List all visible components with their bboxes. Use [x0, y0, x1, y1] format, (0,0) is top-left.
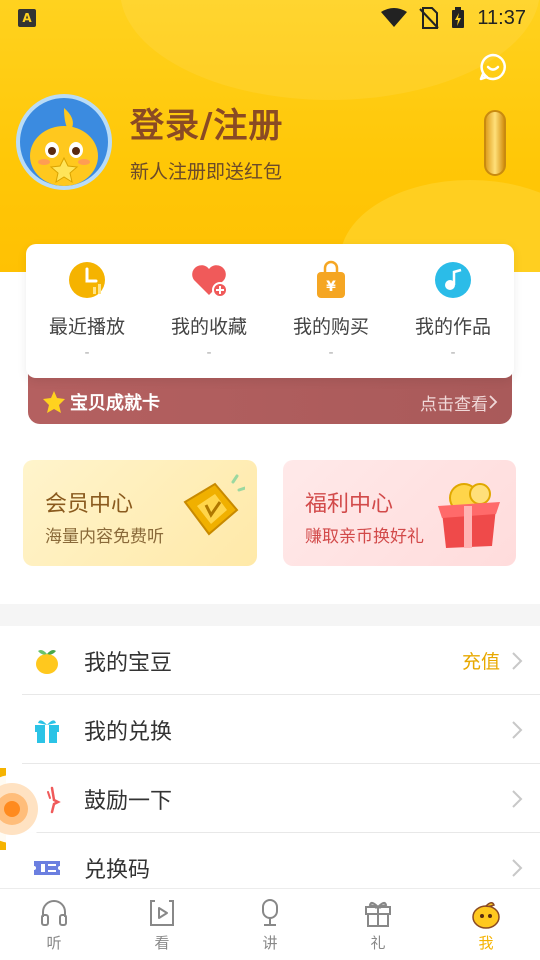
- menu-item-encourage[interactable]: 鼓励一下: [0, 764, 540, 833]
- quick-action-label: 我的收藏: [170, 316, 247, 338]
- quick-action-favorites[interactable]: 我的收藏 -: [148, 244, 270, 378]
- chevron-right-icon: [512, 651, 523, 670]
- menu-item-my-beans[interactable]: 我的宝豆 充值: [0, 626, 540, 695]
- quick-action-label: 我的购买: [292, 316, 369, 338]
- recharge-link[interactable]: 充值: [462, 647, 500, 674]
- welfare-center-card[interactable]: 福利中心 赚取亲币换好礼: [283, 460, 516, 566]
- welfare-center-title: 福利中心: [305, 492, 394, 517]
- quick-action-label: 我的作品: [414, 316, 491, 338]
- nav-tab-watch[interactable]: 看: [108, 889, 216, 960]
- quick-action-recent[interactable]: 最近播放 -: [26, 244, 148, 378]
- floating-player-button[interactable]: [0, 768, 46, 850]
- coin-decoration-icon: [484, 110, 506, 176]
- app-notification-icon: A: [18, 9, 36, 27]
- nav-tab-me[interactable]: 我: [432, 889, 540, 960]
- menu-item-my-exchange[interactable]: 我的兑换: [0, 695, 540, 764]
- quick-action-label: 最近播放: [48, 316, 125, 338]
- vip-center-title: 会员中心: [45, 492, 134, 517]
- nav-tab-label: 听: [46, 934, 62, 952]
- svg-text:¥: ¥: [326, 279, 336, 295]
- vip-badge-icon: [183, 474, 245, 536]
- menu-item-label: 我的宝豆: [84, 650, 173, 676]
- gift-box-coins-icon: [438, 483, 500, 548]
- vip-center-card[interactable]: 会员中心 海量内容免费听: [23, 460, 257, 566]
- headphones-icon: [41, 900, 67, 926]
- menu-item-label: 我的兑换: [84, 719, 173, 745]
- play-icon: [150, 900, 174, 926]
- menu-item-label: 兑换码: [84, 857, 151, 883]
- star-icon: [43, 391, 65, 413]
- clock-icon: [69, 262, 105, 298]
- chevron-right-icon: [512, 789, 523, 808]
- achievement-card-banner[interactable]: 宝贝成就卡 点击查看: [28, 372, 512, 424]
- menu-list: 我的宝豆 充值 我的兑换 鼓励一下 兑换码: [0, 626, 540, 902]
- clock-time: 11:37: [477, 6, 526, 29]
- achievement-title: 宝贝成就卡: [70, 393, 160, 414]
- microphone-icon: [262, 899, 278, 926]
- quick-actions-card: 最近播放 - 我的收藏 - ¥ 我的购买 - 我的作品 -: [26, 244, 514, 378]
- mascot-avatar-icon: [30, 108, 98, 186]
- bean-icon: [36, 649, 58, 674]
- quick-action-count: -: [84, 345, 90, 361]
- chevron-right-icon: [512, 858, 523, 877]
- quick-action-works[interactable]: 我的作品 -: [392, 244, 514, 378]
- battery-charging-icon: [452, 7, 465, 28]
- quick-action-count: -: [328, 345, 334, 361]
- nav-tab-label: 礼: [370, 934, 386, 952]
- status-bar: A 11:37: [0, 0, 540, 36]
- heart-icon: [192, 265, 228, 298]
- shopping-bag-icon: ¥: [317, 260, 345, 298]
- nav-tab-talk[interactable]: 讲: [216, 889, 324, 960]
- music-note-icon: [435, 262, 471, 298]
- quick-action-purchases[interactable]: ¥ 我的购买 -: [270, 244, 392, 378]
- wifi-icon: [381, 8, 408, 27]
- section-divider: [0, 604, 540, 626]
- me-mascot-icon: [472, 902, 500, 929]
- welfare-center-subtitle: 赚取亲币换好礼: [305, 527, 424, 547]
- no-sim-icon: [419, 7, 440, 29]
- login-register-link[interactable]: 登录/注册: [130, 98, 283, 147]
- gift-box-icon: [365, 901, 391, 927]
- login-subtitle: 新人注册即送红包: [130, 161, 283, 183]
- bottom-navigation: 听 看 讲 礼 我: [0, 888, 540, 960]
- nav-tab-gift[interactable]: 礼: [324, 889, 432, 960]
- quick-action-count: -: [206, 345, 212, 361]
- nav-tab-label: 我: [478, 934, 494, 952]
- menu-item-label: 鼓励一下: [84, 788, 173, 814]
- message-icon[interactable]: [478, 52, 508, 82]
- quick-action-count: -: [450, 345, 456, 361]
- avatar[interactable]: [16, 94, 112, 190]
- chevron-right-icon: [512, 720, 523, 739]
- nav-tab-label: 看: [154, 934, 170, 952]
- nav-tab-label: 讲: [262, 934, 278, 952]
- ticket-icon: [34, 860, 60, 875]
- nav-tab-listen[interactable]: 听: [0, 889, 108, 960]
- vip-center-subtitle: 海量内容免费听: [45, 527, 164, 547]
- achievement-view-link[interactable]: 点击查看: [420, 390, 488, 415]
- gift-icon: [35, 719, 59, 743]
- chevron-right-icon: [489, 395, 498, 409]
